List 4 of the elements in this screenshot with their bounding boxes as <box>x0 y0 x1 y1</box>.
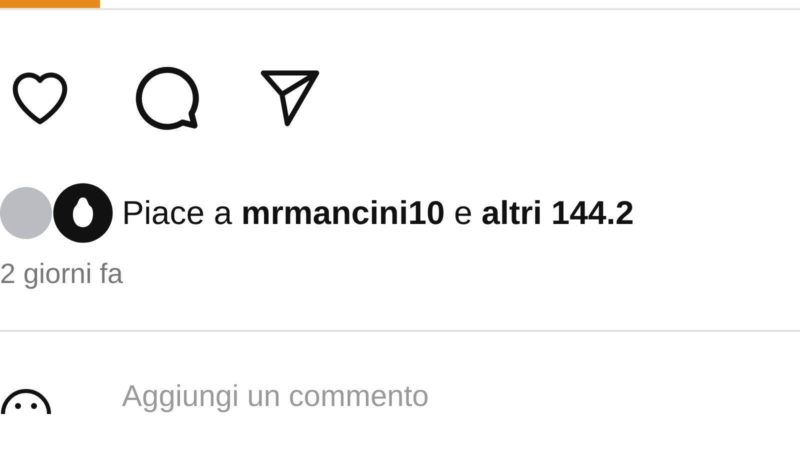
avatar[interactable] <box>52 182 114 244</box>
timestamp: 2 giorni fa <box>0 258 124 290</box>
comment-field[interactable]: Aggiungi un commento <box>122 380 722 414</box>
likes-text: Piace a mrmancini10 e altri 144.2 <box>122 194 634 232</box>
